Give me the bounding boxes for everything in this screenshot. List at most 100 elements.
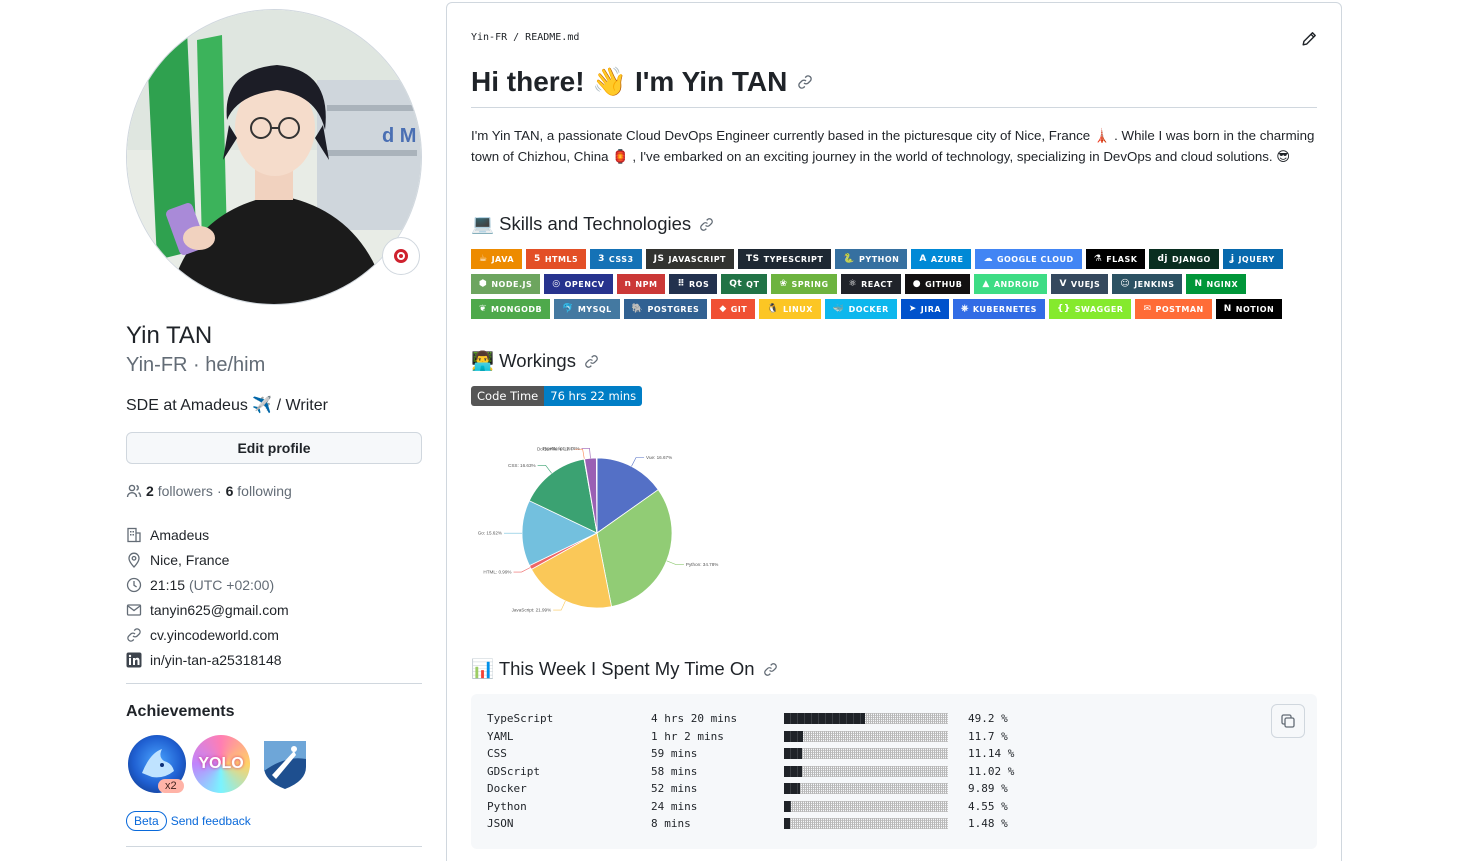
shield-label: REACT [861, 279, 893, 289]
readme-card: Yin-FR / README.md Hi there! 👋 I'm Yin T… [446, 2, 1342, 861]
week-progress-fill [784, 713, 865, 725]
shield-spring: ❀ SPRING [771, 274, 837, 294]
flask-icon: ⚗ [1093, 254, 1103, 264]
readme-breadcrumb[interactable]: Yin-FR / README.md [471, 32, 579, 43]
week-language: TypeScript [487, 712, 554, 726]
shield-label: AZURE [930, 254, 964, 264]
week-language: Python [487, 799, 527, 813]
shield-label: POSTGRES [647, 304, 700, 314]
shield-ros: ⠿ ROS [669, 274, 718, 294]
arctic-code-vault-badge[interactable] [256, 735, 314, 793]
profile-email: tanyin625@gmail.com [126, 597, 289, 622]
achievements-title[interactable]: Achievements [126, 703, 235, 721]
week-progress-bar [784, 765, 948, 777]
shield-css3: 3 CSS3 [590, 249, 642, 269]
followers-count: 2 [146, 483, 154, 499]
shield-mysql: 🐬 MYSQL [554, 299, 620, 319]
google-cloud-icon: ☁ [983, 254, 993, 264]
pie-label: Python: 34.78% [686, 562, 718, 567]
profile-username-pronouns: Yin-FR · he/him [126, 354, 266, 376]
email-link[interactable]: tanyin625@gmail.com [150, 602, 289, 618]
shield-docker: 🐳 DOCKER [824, 299, 897, 319]
svg-text:d M: d M [382, 125, 416, 147]
anchor-link-icon[interactable] [699, 217, 714, 232]
shield-javascript: JS JAVASCRIPT [645, 249, 735, 269]
shield-label: GITHUB [925, 279, 963, 289]
shield-postgres: 🐘 POSTGRES [623, 299, 708, 319]
profile-company: Amadeus [126, 522, 289, 547]
opencv-icon: ◎ [552, 279, 561, 289]
follow-stats: 2 followers · 6 following [126, 483, 292, 499]
week-progress-fill [784, 748, 803, 760]
pie-label: HTML: 0.99% [483, 570, 511, 575]
followers-link[interactable]: 2 followers [146, 483, 213, 499]
week-progress-bar [784, 818, 948, 830]
python-icon: 🐍 [843, 254, 856, 264]
shield-postman: ✉ POSTMAN [1135, 299, 1212, 319]
shield-label: DJANGO [1171, 254, 1211, 264]
week-language: JSON [487, 817, 514, 831]
jira-icon: ➤ [908, 304, 917, 314]
shield-label: JENKINS [1134, 279, 1175, 289]
set-status-button[interactable] [382, 237, 420, 275]
pie-label: CSS: 16.63% [508, 463, 536, 468]
shield-label: GIT [730, 304, 748, 314]
shield-mongodb: ❦ MONGODB [471, 299, 551, 319]
location-icon [126, 552, 142, 568]
shield-notion: N NOTION [1215, 299, 1283, 319]
website-link[interactable]: cv.yincodeworld.com [150, 627, 279, 643]
copy-button[interactable] [1271, 704, 1305, 738]
shield-label: JIRA [920, 304, 942, 314]
week-row: GDScript 58 mins 11.02 % [487, 763, 1028, 781]
shield-typescript: TS TYPESCRIPT [738, 249, 832, 269]
achievement-badges: x2 YOLO [128, 735, 314, 793]
shield-python: 🐍 PYTHON [835, 249, 908, 269]
week-progress-bar [784, 730, 948, 742]
week-percent: 11.7 % [968, 729, 1008, 743]
week-progress-bar [784, 748, 948, 760]
week-progress-fill [784, 765, 803, 777]
shield-azure: A AZURE [911, 249, 972, 269]
company-name[interactable]: Amadeus [150, 527, 209, 543]
shield-label: JAVASCRIPT [668, 254, 727, 264]
shield-opencv: ◎ OPENCV [544, 274, 613, 294]
edit-readme-button[interactable] [1301, 31, 1317, 52]
week-row: YAML 1 hr 2 mins 11.7 % [487, 728, 1028, 746]
title-divider [471, 107, 1317, 108]
avatar[interactable]: d M [126, 9, 422, 305]
shield-vuejs: V VUEJS [1051, 274, 1109, 294]
linkedin-link[interactable]: in/yin-tan-a25318148 [150, 652, 282, 668]
anchor-link-icon[interactable] [584, 354, 599, 369]
local-time-text: 21:15 [150, 576, 186, 593]
week-percent: 11.14 % [968, 747, 1015, 761]
copy-icon [1281, 714, 1295, 728]
sidebar-divider-bottom [126, 846, 422, 847]
languages-pie-chart: Vue: 16.67% Python: 34.78% JavaScript: 21.… [478, 446, 719, 613]
shield-label: MYSQL [577, 304, 612, 314]
anchor-link-icon[interactable] [797, 74, 813, 90]
code-time-badge[interactable]: Code Time 76 hrs 22 mins [471, 386, 643, 406]
week-progress-fill [784, 730, 804, 742]
docker-icon: 🐳 [832, 304, 845, 314]
django-icon: dj [1157, 254, 1168, 264]
week-time: 8 mins [651, 817, 691, 831]
followers-label: followers [157, 483, 213, 499]
following-link[interactable]: 6 following [226, 483, 292, 499]
shield-nginx: N NGINX [1186, 274, 1247, 294]
shield-flask: ⚗ FLASK [1085, 249, 1146, 269]
mongodb-icon: ❦ [479, 304, 488, 314]
css3-icon: 3 [598, 254, 605, 264]
git-icon: ◆ [719, 304, 727, 314]
send-feedback-link[interactable]: Send feedback [171, 814, 251, 828]
notion-icon: N [1223, 304, 1232, 314]
anchor-link-icon[interactable] [763, 662, 778, 677]
jenkins-icon: ☺ [1120, 279, 1131, 289]
code-time-value: 76 hrs 22 mins [544, 386, 643, 406]
shield-label: HTML5 [544, 254, 579, 264]
pull-shark-badge[interactable]: x2 [128, 735, 186, 793]
edit-profile-button[interactable]: Edit profile [126, 432, 422, 464]
pie-label: TypeScript: 2.76% [542, 446, 579, 451]
yolo-badge[interactable]: YOLO [192, 735, 250, 793]
clock-icon [126, 577, 142, 593]
week-progress-bar [784, 800, 948, 812]
